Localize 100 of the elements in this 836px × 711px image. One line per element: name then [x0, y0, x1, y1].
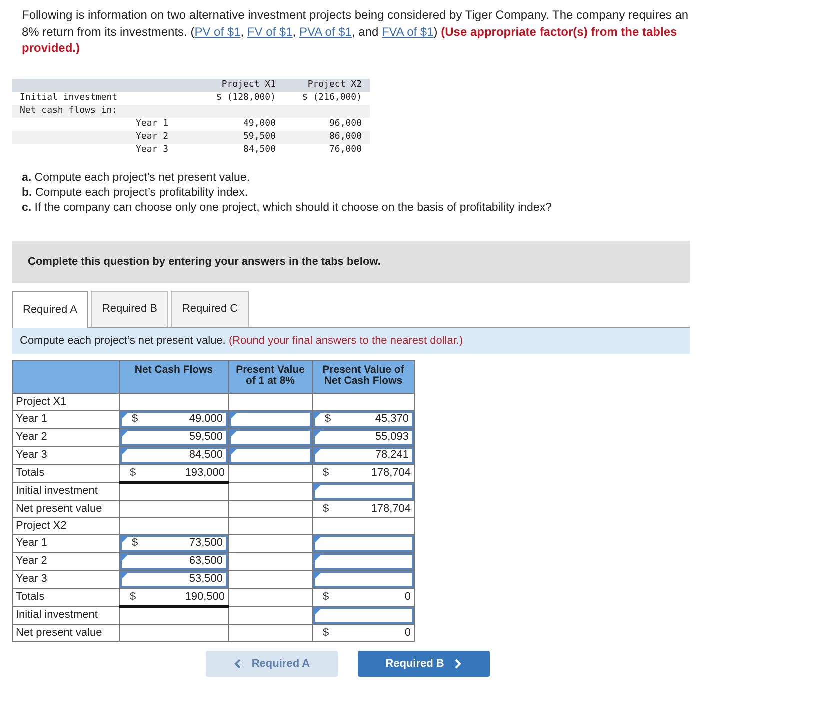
- corner-marker-icon: [122, 536, 128, 542]
- row-label: Year 3: [16, 573, 48, 585]
- answer-field[interactable]: $ 45,370: [313, 410, 414, 428]
- table-cell: 96,000: [329, 119, 362, 129]
- amount: 78,241: [375, 449, 409, 461]
- table-link[interactable]: PVA of $1: [299, 24, 352, 38]
- dollar-sign: $: [130, 466, 136, 478]
- answer-field[interactable]: $ 73,500: [120, 534, 228, 552]
- column-header: Present Value of 1 at 8%: [236, 364, 305, 386]
- corner-marker-icon: [315, 430, 321, 436]
- answer-field[interactable]: [229, 410, 312, 428]
- tab[interactable]: Required A: [12, 290, 88, 328]
- corner-marker-icon: [231, 412, 237, 418]
- dollar-sign: $: [323, 467, 330, 479]
- corner-marker-icon: [231, 448, 237, 454]
- table-link[interactable]: FV of $1: [247, 24, 293, 38]
- answer-field[interactable]: [313, 570, 414, 588]
- dollar-sign: $: [323, 591, 330, 603]
- corner-marker-icon: [315, 572, 321, 578]
- row-label: Year 1: [16, 413, 48, 425]
- table-link[interactable]: FVA of $1: [382, 24, 434, 38]
- row-label: Totals: [16, 467, 45, 479]
- dollar-sign: $: [325, 413, 332, 425]
- answer-field[interactable]: 53,500: [120, 570, 228, 588]
- answer-field[interactable]: [313, 482, 414, 500]
- intro-paragraph: Following is information on two alternative investment projects being considered by Tiger Company. The company requires an 8% return from its investments. (PV of $1, FV of $1, PVA of $1, and FVA of $1) (Use appropriate factor(s) from the tables provided.): [22, 7, 690, 56]
- dollar-sign: $: [323, 502, 330, 514]
- corner-marker-icon: [315, 412, 321, 418]
- amount: 59,500: [189, 431, 223, 443]
- answer-field[interactable]: 78,241: [313, 446, 414, 464]
- corner-marker-icon: [315, 608, 321, 614]
- dollar-sign: $: [132, 413, 138, 425]
- nav-button[interactable]: Required B: [358, 650, 490, 676]
- answer-field[interactable]: 63,500: [120, 552, 228, 570]
- answer-field[interactable]: [229, 446, 312, 464]
- row-label: Initial investment: [20, 93, 118, 103]
- chevron-icon: [234, 658, 242, 668]
- table-cell: $ (128,000): [216, 93, 276, 103]
- column-header: Net Cash Flows: [134, 364, 214, 376]
- amount: 63,500: [189, 555, 223, 567]
- column-header: Project X1: [198, 78, 284, 92]
- amount: 193,000: [185, 466, 225, 478]
- question-text: c. If the company can choose only one project, which should it choose on the basis of profitability index?: [22, 200, 553, 216]
- chevron-icon: [454, 658, 462, 668]
- corner-marker-icon: [315, 554, 321, 560]
- answer-field[interactable]: 55,093: [313, 428, 414, 446]
- amount: 49,000: [189, 413, 223, 425]
- amount: 0: [404, 591, 411, 603]
- amount: 178,704: [371, 467, 411, 479]
- dollar-sign: $: [132, 537, 138, 549]
- question-text: a. Compute each project’s net present value.: [22, 170, 252, 186]
- row-label: Totals: [16, 591, 45, 603]
- corner-marker-icon: [122, 572, 128, 578]
- answer-field[interactable]: [313, 534, 414, 552]
- answer-field[interactable]: [229, 428, 312, 446]
- corner-marker-icon: [122, 412, 128, 418]
- amount: 178,704: [371, 502, 411, 514]
- row-label: Net cash flows in:: [20, 106, 118, 116]
- column-header: Project X2: [284, 78, 370, 92]
- amount: 190,500: [185, 590, 225, 602]
- corner-marker-icon: [315, 536, 321, 542]
- row-label: Year 3: [136, 145, 169, 155]
- row-label: Year 1: [16, 537, 48, 549]
- row-label: Initial investment: [16, 609, 98, 621]
- corner-marker-icon: [315, 484, 321, 490]
- question-text: b. Compute each project’s profitability index.: [22, 186, 250, 200]
- amount: 0: [404, 626, 411, 638]
- row-label: Initial investment: [16, 485, 98, 497]
- answer-field[interactable]: 84,500: [120, 446, 228, 464]
- row-label: Year 1: [136, 119, 169, 129]
- amount: 45,370: [375, 413, 409, 425]
- table-cell: 49,000: [243, 119, 276, 129]
- corner-marker-icon: [122, 448, 128, 454]
- row-label: Year 2: [136, 132, 169, 142]
- amount: 53,500: [189, 573, 223, 585]
- answer-field[interactable]: $ 49,000: [120, 410, 228, 428]
- answer-field[interactable]: [313, 552, 414, 570]
- corner-marker-icon: [315, 448, 321, 454]
- row-label: Year 2: [16, 431, 48, 443]
- tab[interactable]: Required C: [171, 290, 250, 326]
- amount: 73,500: [189, 537, 223, 549]
- table-cell: 84,500: [243, 145, 276, 155]
- answer-field[interactable]: 59,500: [120, 428, 228, 446]
- dollar-sign: $: [323, 626, 330, 638]
- banner-text: Complete this question by entering your answers in the tabs below.: [28, 256, 381, 268]
- tab[interactable]: Required B: [91, 290, 168, 326]
- table-link[interactable]: PV of $1: [194, 24, 241, 38]
- table-cell: 76,000: [329, 145, 362, 155]
- table-cell: $ (216,000): [302, 93, 362, 103]
- amount: 55,093: [375, 431, 409, 443]
- column-header: Present Value of Net Cash Flows: [322, 364, 404, 386]
- section-label: Project X2: [16, 520, 67, 532]
- dollar-sign: $: [130, 590, 136, 602]
- corner-marker-icon: [122, 554, 128, 560]
- amount: 84,500: [189, 449, 223, 461]
- table-cell: 59,500: [243, 132, 276, 142]
- answer-field[interactable]: [313, 606, 414, 624]
- row-label: Year 2: [16, 555, 48, 567]
- table-cell: 86,000: [329, 132, 362, 142]
- corner-marker-icon: [122, 430, 128, 436]
